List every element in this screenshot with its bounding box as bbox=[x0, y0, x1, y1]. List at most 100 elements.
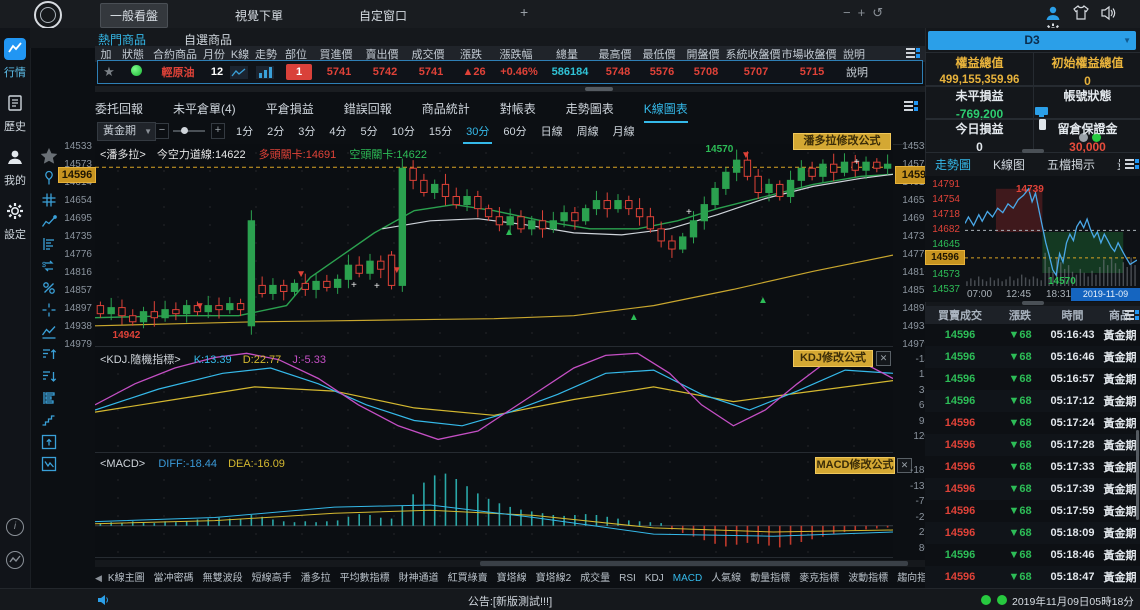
zoom-in-button[interactable]: + bbox=[211, 123, 225, 139]
indicator-item-紅買綠賣[interactable]: 紅買綠賣 bbox=[448, 569, 488, 584]
symbol-select[interactable]: 黃金期 ▼ bbox=[97, 122, 156, 141]
wave-icon[interactable] bbox=[39, 322, 59, 342]
currency-exchange-icon[interactable]: $ bbox=[39, 256, 59, 276]
report-tab-錯誤回報[interactable]: 錯誤回報 bbox=[344, 100, 392, 121]
trade-row[interactable]: 14596▼6805:17:24黃金期 bbox=[925, 412, 1140, 435]
restore-icon[interactable]: ↺ bbox=[872, 5, 883, 20]
sidebar-item-設定[interactable]: 設定 bbox=[0, 200, 30, 244]
timeframe-月線[interactable]: 月線 bbox=[610, 121, 638, 142]
crosshair-icon[interactable] bbox=[39, 300, 59, 320]
timeframe-10分[interactable]: 10分 bbox=[389, 121, 418, 142]
trendline-icon[interactable] bbox=[39, 212, 59, 232]
quote-note-link[interactable]: 說明 bbox=[840, 64, 874, 80]
timeframe-60分[interactable]: 60分 bbox=[500, 121, 529, 142]
trade-row[interactable]: 14596▼6805:16:43黃金期 bbox=[925, 324, 1140, 347]
indicator-item-K線主圖[interactable]: K線主圖 bbox=[108, 569, 145, 584]
add-workspace-button[interactable]: + bbox=[520, 4, 528, 20]
timeframe-2分[interactable]: 2分 bbox=[264, 121, 287, 142]
quote-hscrollbar[interactable] bbox=[95, 86, 925, 92]
trade-row[interactable]: 14596▼6805:16:46黃金期 bbox=[925, 346, 1140, 369]
zoom-out-button[interactable]: − bbox=[155, 123, 169, 139]
menu-item-自定窗口[interactable]: 自定窗口 bbox=[350, 4, 416, 27]
chart-hscrollbar-thumb[interactable] bbox=[480, 561, 908, 566]
indicator-item-潘多拉[interactable]: 潘多拉 bbox=[301, 569, 331, 584]
speaker-icon[interactable] bbox=[1100, 4, 1118, 22]
user-icon[interactable] bbox=[1044, 4, 1062, 22]
trades-col-時間[interactable]: 時間 bbox=[1045, 307, 1100, 323]
trade-row[interactable]: 14596▼6805:18:47黃金期 bbox=[925, 566, 1140, 589]
indicator-item-財神通道[interactable]: 財神通道 bbox=[399, 569, 439, 584]
indicator-item-MACD[interactable]: MACD bbox=[673, 573, 702, 584]
kdj-formula-button[interactable]: KDJ修改公式 bbox=[793, 350, 873, 367]
trades-scrollbar-thumb[interactable] bbox=[1136, 430, 1139, 520]
indicator-item-趨向指標[interactable]: 趨向指標 bbox=[897, 569, 925, 584]
indicator-item-成交量[interactable]: 成交量 bbox=[580, 569, 610, 584]
info-icon[interactable]: i bbox=[6, 518, 24, 536]
trade-row[interactable]: 14596▼6805:17:59黃金期 bbox=[925, 500, 1140, 523]
quote-hscrollbar-thumb[interactable] bbox=[585, 87, 613, 91]
favorite-star-icon[interactable]: ★ bbox=[98, 64, 120, 80]
zoom-slider-knob[interactable] bbox=[181, 127, 188, 134]
quote-row[interactable]: ★輕原油121574157425741▲26+0.46%586184574855… bbox=[97, 60, 923, 84]
panel-resize-handle-2[interactable] bbox=[1022, 301, 1044, 305]
sidebar-item-行情[interactable]: 行情 bbox=[0, 38, 30, 82]
menu-item-一般看盤[interactable]: 一般看盤 bbox=[100, 3, 168, 28]
arrow-up-box-icon[interactable] bbox=[39, 432, 59, 452]
signal-icon[interactable] bbox=[6, 551, 24, 569]
sidebar-item-我的[interactable]: 我的 bbox=[0, 146, 30, 190]
report-tab-未平倉單(4)[interactable]: 未平倉單(4) bbox=[173, 100, 236, 121]
shirt-icon[interactable] bbox=[1072, 4, 1090, 22]
indicator-item-寶塔線2[interactable]: 寶塔線2 bbox=[536, 569, 572, 584]
trades-col-漲跌[interactable]: 漲跌 bbox=[995, 307, 1045, 323]
sort-down-icon[interactable] bbox=[39, 366, 59, 386]
timeframe-4分[interactable]: 4分 bbox=[326, 121, 349, 142]
indicator-item-當冲密碼[interactable]: 當冲密碼 bbox=[154, 569, 194, 584]
trade-row[interactable]: 14596▼6805:17:28黃金期 bbox=[925, 434, 1140, 457]
report-tab-委托回報[interactable]: 委托回報 bbox=[95, 100, 143, 121]
report-tab-平倉損益[interactable]: 平倉損益 bbox=[266, 100, 314, 121]
chart-hscrollbar[interactable] bbox=[95, 560, 925, 567]
indicator-item-波動指標[interactable]: 波動指標 bbox=[848, 569, 888, 584]
minimize-icon[interactable]: − bbox=[843, 5, 851, 20]
trades-col-買賣成交[interactable]: 買賣成交 bbox=[925, 307, 995, 323]
trade-row[interactable]: 14596▼6805:17:33黃金期 bbox=[925, 456, 1140, 479]
right-tabs-menu-icon[interactable] bbox=[1124, 157, 1140, 171]
report-tabs-menu-icon[interactable] bbox=[903, 99, 919, 113]
kline-mini-icon[interactable] bbox=[230, 66, 256, 79]
trade-row[interactable]: 14596▼6805:17:12黃金期 bbox=[925, 390, 1140, 413]
stairs-icon[interactable] bbox=[39, 410, 59, 430]
timeframe-30分[interactable]: 30分 bbox=[463, 121, 492, 144]
sort-up-icon[interactable] bbox=[39, 344, 59, 364]
indicator-item-寶塔線[interactable]: 寶塔線 bbox=[497, 569, 527, 584]
trade-row[interactable]: 14596▼6805:18:46黃金期 bbox=[925, 544, 1140, 567]
timeframe-1分[interactable]: 1分 bbox=[233, 121, 256, 142]
indicator-item-動量指標[interactable]: 動量指標 bbox=[750, 569, 790, 584]
zoom-slider[interactable] bbox=[173, 130, 205, 132]
menu-item-視覺下單[interactable]: 視覺下單 bbox=[226, 4, 292, 27]
report-tab-對帳表[interactable]: 對帳表 bbox=[500, 100, 536, 121]
favorite-star-icon[interactable] bbox=[39, 146, 59, 166]
trade-row[interactable]: 14596▼6805:16:57黃金期 bbox=[925, 368, 1140, 391]
indicator-item-無雙波段[interactable]: 無雙波段 bbox=[203, 569, 243, 584]
indicator-item-短線高手[interactable]: 短線高手 bbox=[252, 569, 292, 584]
indicator-item-人氣線[interactable]: 人氣線 bbox=[711, 569, 741, 584]
percent-circles-icon[interactable] bbox=[39, 278, 59, 298]
grid-icon[interactable] bbox=[39, 190, 59, 210]
indicator-scroll-left-icon[interactable]: ◀ bbox=[95, 573, 102, 583]
right-tab-K線图[interactable]: K線图 bbox=[993, 156, 1025, 177]
panel-resize-handle[interactable] bbox=[1022, 149, 1044, 153]
timeframe-5分[interactable]: 5分 bbox=[358, 121, 381, 142]
indicator-item-KDJ[interactable]: KDJ bbox=[645, 573, 664, 584]
sidebar-item-歷史[interactable]: 歷史 bbox=[0, 92, 30, 136]
maximize-icon[interactable]: + bbox=[858, 5, 866, 20]
account-select[interactable]: D3 ▼ bbox=[928, 31, 1136, 50]
report-tab-走勢圖表[interactable]: 走勢圖表 bbox=[566, 100, 614, 121]
trade-row[interactable]: 14596▼6805:17:39黃金期 bbox=[925, 478, 1140, 501]
zigzag-box-icon[interactable] bbox=[39, 454, 59, 474]
right-tab-五檔揭示[interactable]: 五檔揭示 bbox=[1047, 156, 1095, 177]
trade-row[interactable]: 14596▼6805:18:09黃金期 bbox=[925, 522, 1140, 545]
pandora-formula-button[interactable]: 潘多拉修改公式 bbox=[793, 133, 891, 150]
timeframe-日線[interactable]: 日線 bbox=[538, 121, 566, 142]
report-tab-商品統計[interactable]: 商品統計 bbox=[422, 100, 470, 121]
right-tab-量價分佈[interactable]: 量價分佈 bbox=[1117, 156, 1120, 177]
